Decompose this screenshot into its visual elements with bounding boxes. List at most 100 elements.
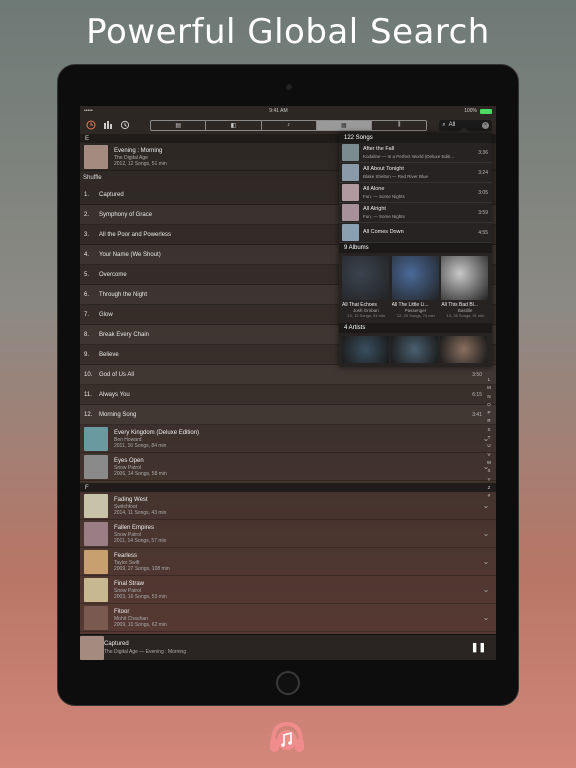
album-result-artwork	[342, 256, 389, 300]
song-duration: 3:05	[478, 189, 488, 196]
song-result[interactable]: All Alone Fun. — Some Nights 3:05	[339, 183, 492, 203]
track-number: 9.	[84, 351, 90, 358]
track-title: Through the Night	[99, 291, 148, 298]
song-result[interactable]: All About Tonight Blake Shelton — Red Riv…	[339, 163, 492, 183]
app-logo-icon	[265, 719, 309, 755]
album-tab[interactable]: ▤	[151, 120, 207, 130]
track-row[interactable]: 11. Always You 6:15	[80, 385, 496, 405]
music-note-tab[interactable]: ♪	[262, 120, 317, 130]
status-bar: ••••• 9:41 AM 100%	[80, 106, 496, 116]
album-artwork	[84, 493, 108, 518]
album-row[interactable]: Fitoor Mohit Chauhan 2009, 10 Songs, 62 mi…	[80, 604, 496, 632]
index-letter[interactable]: P	[485, 409, 493, 417]
track-row[interactable]: 10. God of Us All 3:50	[80, 365, 496, 385]
album-row[interactable]: Eyes Open Snow Patrol 2006, 14 Songs, 58 m…	[80, 453, 496, 481]
index-letter[interactable]: O	[485, 401, 493, 409]
track-number: 2.	[84, 211, 90, 218]
search-input-value[interactable]: All	[449, 122, 456, 128]
index-letter[interactable]: U	[485, 442, 493, 450]
now-playing-bar[interactable]: Captured The Digital Age — Evening : Mor…	[80, 634, 496, 660]
pause-button[interactable]: ❚❚	[471, 642, 486, 653]
equalizer-tab[interactable]: ⫼	[372, 121, 426, 130]
album-row[interactable]: Fearless Taylor Swift 2009, 27 Songs, 108 …	[80, 548, 496, 576]
album-meta: 2014, 11 Songs, 43 min	[114, 509, 167, 516]
alphabet-index[interactable]: L M N O P R S T U V W X Y Z #	[485, 376, 493, 500]
albums-results-header: 9 Albums	[339, 243, 492, 253]
song-duration: 3:59	[478, 209, 488, 216]
album-row[interactable]: Final Straw Snow Patrol 2003, 16 Songs, 53…	[80, 576, 496, 604]
song-duration: 3:36	[478, 149, 488, 156]
index-letter[interactable]: M	[485, 384, 493, 392]
artist-result-image[interactable]	[342, 336, 389, 363]
history-icon[interactable]	[119, 118, 132, 132]
track-title: Believe	[99, 351, 119, 358]
album-result[interactable]: All The Little Li... Passenger '12, 20 Son…	[391, 256, 440, 321]
track-number: 5.	[84, 271, 90, 278]
song-title: All About Tonight	[363, 165, 404, 172]
chevron-down-icon[interactable]: ⌄	[476, 529, 496, 538]
index-letter[interactable]: #	[485, 492, 493, 500]
song-subtitle: Kodaline — In a Perfect World (Deluxe Ed…	[363, 153, 454, 159]
album-row[interactable]: Fallen Empires Snow Patrol 2011, 14 Songs,…	[80, 520, 496, 548]
index-letter[interactable]: R	[485, 417, 493, 425]
song-result[interactable]: All Comes Down 4:55	[339, 223, 492, 243]
chevron-down-icon[interactable]: ⌄	[476, 501, 496, 510]
song-result[interactable]: All Alright Fun. — Some Nights 3:59	[339, 203, 492, 223]
track-title: All the Poor and Powerless	[99, 231, 172, 238]
artist-result-image[interactable]	[440, 336, 487, 363]
album-artwork	[84, 549, 108, 574]
track-title: Overcome	[99, 271, 127, 278]
album-title: Fearless	[114, 552, 138, 559]
album-title: Final Straw	[114, 580, 145, 587]
song-duration: 4:55	[478, 229, 488, 236]
chevron-down-icon[interactable]: ⌄	[476, 557, 496, 566]
library-stack-icon[interactable]	[101, 118, 114, 132]
song-artwork	[342, 224, 359, 241]
index-letter[interactable]: L	[485, 376, 493, 384]
status-time: 9:41 AM	[269, 108, 288, 114]
index-letter[interactable]: V	[485, 451, 493, 459]
song-title: All Alone	[363, 185, 385, 192]
track-row[interactable]: 12. Morning Song 3:41	[80, 405, 496, 425]
album-meta: 2011, 14 Songs, 57 min	[114, 537, 167, 544]
album-row[interactable]: Every Kingdom (Deluxe Edition) Ben Howard…	[80, 425, 496, 453]
song-subtitle: Fun. — Some Nights	[363, 213, 405, 219]
album-row[interactable]: Fading West Switchfoot 2014, 11 Songs, 43 …	[80, 492, 496, 520]
now-playing-title: Captured	[104, 640, 129, 647]
index-letter[interactable]: N	[485, 393, 493, 401]
index-letter[interactable]: Y	[485, 476, 493, 484]
index-letter[interactable]: W	[485, 459, 493, 467]
index-letter[interactable]: S	[485, 426, 493, 434]
album-result[interactable]: All This Bad Bl... Bastille '13, 28 Songs,…	[441, 256, 489, 321]
album-meta: 2011, 16 Songs, 84 min	[114, 442, 167, 449]
song-title: After the Fall	[363, 145, 395, 152]
track-number: 4.	[84, 251, 90, 258]
track-number: 11.	[84, 391, 92, 398]
album-result[interactable]: All That Echoes Josh Groban '13, 12 Songs,…	[342, 256, 390, 321]
song-artwork	[342, 184, 359, 201]
track-title: Always You	[99, 391, 130, 398]
book-tab[interactable]: ◧	[206, 120, 262, 130]
album-artwork	[84, 144, 108, 169]
album-meta: 2009, 27 Songs, 108 min	[114, 565, 170, 572]
album-artwork	[84, 454, 108, 479]
chevron-down-icon[interactable]: ⌄	[476, 613, 496, 622]
index-letter[interactable]: T	[485, 434, 493, 442]
grid-tab[interactable]: ▦	[316, 120, 372, 130]
artists-results-header: 4 Artists	[339, 323, 492, 333]
song-result[interactable]: After the Fall Kodaline — In a Perfect Wo…	[339, 143, 492, 163]
index-letter[interactable]: X	[485, 467, 493, 475]
song-artwork	[342, 144, 359, 161]
carrier-signal: •••••	[84, 108, 93, 114]
home-button[interactable]	[276, 671, 300, 695]
index-letter[interactable]: Z	[485, 484, 493, 492]
album-artwork	[84, 521, 108, 546]
clock-circle-icon[interactable]	[84, 118, 97, 132]
album-result-meta: '13, 12 Songs, 51 min	[346, 313, 386, 318]
chevron-down-icon[interactable]: ⌄	[476, 585, 496, 594]
track-number: 7.	[84, 311, 90, 318]
artist-result-image[interactable]	[391, 336, 438, 363]
album-title: Fitoor	[114, 608, 130, 615]
clear-search-icon[interactable]: ×	[482, 121, 489, 129]
song-artwork	[342, 204, 359, 221]
